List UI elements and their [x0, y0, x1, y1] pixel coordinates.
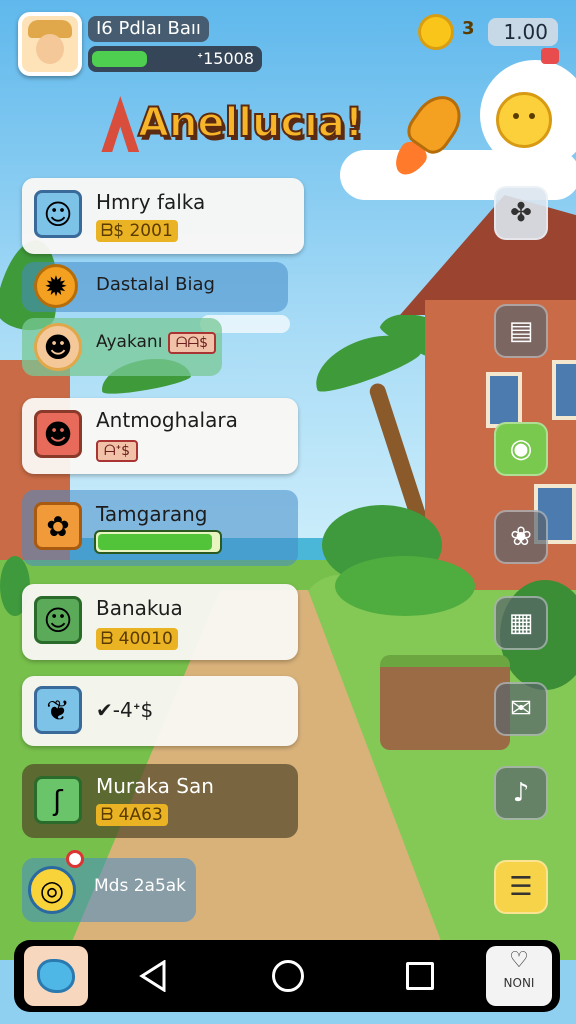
quest-reward: ᗩᐩ$ [96, 440, 138, 462]
target-icon: ◎ [28, 866, 76, 914]
quest-name: Hmry falka [96, 190, 206, 214]
rocket-icon[interactable] [388, 86, 472, 181]
quest-item[interactable]: ❦ ✔-4ᐩ$ [22, 676, 298, 746]
chat-icon: ✉ [510, 694, 532, 724]
worker-icon: ☻ [34, 323, 82, 371]
carrot-icon: ✿ [34, 502, 82, 550]
map-icon: ▦ [508, 608, 534, 638]
fruits-button[interactable]: ✤ [494, 186, 548, 240]
bush [335, 556, 475, 616]
gift-icon[interactable] [541, 48, 559, 64]
music-note-icon: ♪ [512, 778, 530, 808]
notification-badge [66, 850, 84, 868]
currency-display[interactable]: 3 1.00 [418, 14, 558, 50]
house-window [486, 372, 522, 428]
decor-button[interactable]: ❀ [494, 510, 548, 564]
currency-amount: 1.00 [488, 18, 558, 46]
house-window [552, 360, 576, 420]
coin-icon [418, 14, 454, 50]
ticket-tag: ᗩᐩ$ [96, 440, 138, 462]
eye-icon: ◉ [509, 434, 533, 464]
stats-button[interactable]: ▤ [494, 304, 548, 358]
reward-value: ᗷ 40010 [96, 628, 178, 650]
sun-icon[interactable] [496, 92, 552, 148]
quest-name: Tamgarang [96, 502, 208, 526]
quest-reward: ᗷ 40010 [96, 628, 178, 650]
quest-progress-fill [98, 534, 212, 550]
hook-icon: ʃ [34, 776, 82, 824]
back-icon[interactable] [138, 960, 168, 992]
view-button[interactable]: ◉ [494, 422, 548, 476]
quest-name: Muraka San [96, 774, 214, 798]
home-icon[interactable] [272, 960, 304, 992]
stone-well [380, 655, 510, 750]
quest-item[interactable]: ☺ Banakua ᗷ 40010 [22, 584, 298, 660]
quest-item[interactable]: ☺ Hmry falka ᗷ$ 2001 [22, 178, 304, 254]
quest-reward: ᗷ 4A63 [96, 804, 168, 826]
farmer-icon: ☺ [34, 596, 82, 644]
flower-icon: ❀ [510, 522, 532, 552]
quest-name: Antmoghalara [96, 408, 238, 432]
quest-item[interactable]: ʃ Muraka San ᗷ 4A63 [22, 764, 298, 838]
xp-value: ᐩ15008 [196, 49, 254, 68]
quest-progress-bar [94, 530, 222, 554]
currency-level: 3 [462, 18, 475, 39]
quest-item[interactable]: ☻ Antmoghalara ᗩᐩ$ [22, 398, 298, 474]
villager-icon: ☻ [34, 410, 82, 458]
music-button[interactable]: ♪ [494, 766, 548, 820]
inventory-button[interactable] [24, 946, 88, 1006]
face-icon [36, 34, 64, 64]
map-button[interactable]: ▦ [494, 596, 548, 650]
ticket-tag: ᗩᗩ$ [167, 332, 216, 354]
gem-icon [37, 959, 75, 993]
player-name: I6 Pdlaı Baıı [88, 16, 209, 42]
quest-name: Dastalal Biag [96, 274, 215, 295]
chat-button[interactable]: ✉ [494, 682, 548, 736]
quest-item[interactable]: ✿ Tamgarang [22, 490, 298, 566]
quest-name: Mds 2a5ak [94, 876, 187, 896]
quest-name: Ayakanı ᗩᗩ$ [96, 332, 216, 354]
quest-name: ✔-4ᐩ$ [96, 698, 154, 722]
favorites-button[interactable]: ♡ NONI [486, 946, 552, 1006]
player-profile[interactable]: I6 Pdlaı Baıı ᐩ15008 [18, 12, 262, 76]
player-avatar[interactable] [18, 12, 82, 76]
quest-reward: ᗷ$ 2001 [96, 220, 178, 242]
game-title: Anellucıa! [137, 99, 364, 147]
reward-value: ᗷ 4A63 [96, 804, 168, 826]
plant-pot-icon: ❦ [34, 686, 82, 734]
quest-name: Banakua [96, 596, 183, 620]
quest-item[interactable]: ◎ Mds 2a5ak [22, 858, 196, 922]
quest-item[interactable]: ✹ Dastalal Biag [22, 262, 288, 312]
chart-icon: ▤ [508, 316, 534, 346]
xp-bar: ᐩ15008 [88, 46, 262, 72]
scroll-icon: ☰ [509, 872, 533, 902]
recent-apps-icon[interactable] [406, 962, 434, 990]
favorites-label: NONI [503, 976, 535, 990]
quest-item[interactable]: ☻ Ayakanı ᗩᗩ$ [22, 318, 222, 376]
reward-value: ᗷ$ 2001 [96, 220, 178, 242]
xp-bar-fill [92, 51, 147, 67]
quest-label: Ayakanı [96, 332, 163, 352]
quest-log-button[interactable]: ☰ [494, 860, 548, 914]
heart-icon: ♡ [509, 948, 529, 973]
fruits-icon: ✤ [510, 198, 532, 228]
explorer-icon: ☺ [34, 190, 82, 238]
gear-icon: ✹ [34, 264, 78, 308]
